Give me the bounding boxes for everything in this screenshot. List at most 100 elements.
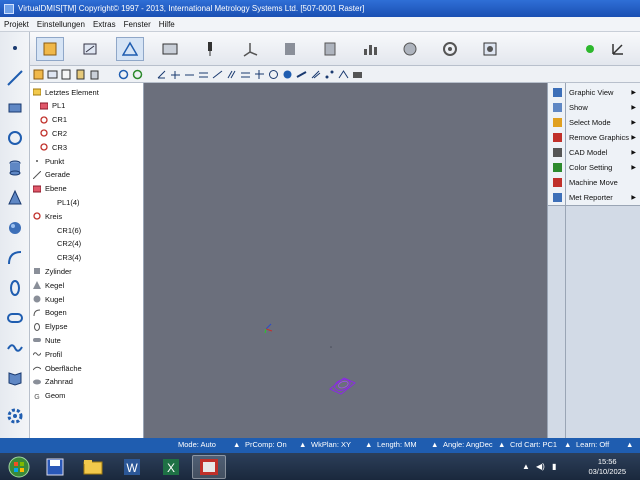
context-menu-item[interactable]: Met Reporter ▶ xyxy=(548,190,640,205)
slope-icon[interactable] xyxy=(212,69,223,80)
network-icon[interactable]: ▮ xyxy=(552,462,556,471)
status-angle[interactable]: Angle: AngDec xyxy=(443,440,493,449)
tree-item[interactable]: Letztes Element xyxy=(33,86,99,98)
tree-item[interactable]: PL1 xyxy=(40,100,65,112)
axis-icon[interactable] xyxy=(604,37,632,61)
context-menu-item[interactable]: Machine Move xyxy=(548,175,640,190)
tree-item[interactable]: Punkt xyxy=(33,155,64,167)
sphere-feature-icon[interactable] xyxy=(5,218,25,238)
tree-item[interactable]: G Geom xyxy=(33,390,65,402)
scanner-button[interactable] xyxy=(276,37,304,61)
paste-icon[interactable] xyxy=(75,69,86,80)
rotate-left-icon[interactable] xyxy=(118,69,129,80)
status-crd[interactable]: Crd Cart: PC1 xyxy=(510,440,557,449)
plane-feature-icon[interactable] xyxy=(5,98,25,118)
cone-feature-icon[interactable] xyxy=(5,188,25,208)
tray-arrow-icon[interactable]: ▲ xyxy=(522,462,530,471)
cylindricity-icon[interactable] xyxy=(296,69,307,80)
tree-item[interactable]: PL1(4) xyxy=(57,196,80,208)
tree-item[interactable]: Elypse xyxy=(33,321,68,333)
virtualdmis-icon[interactable] xyxy=(192,455,226,479)
roundness-icon[interactable] xyxy=(282,69,293,80)
save-icon[interactable] xyxy=(38,455,72,479)
export-button[interactable] xyxy=(396,37,424,61)
perpendicular-icon[interactable] xyxy=(170,69,181,80)
status-arrow-5[interactable]: ▲ xyxy=(498,440,505,449)
point-scan-icon[interactable] xyxy=(324,69,335,80)
status-length[interactable]: Length: MM xyxy=(377,440,417,449)
status-arrow-3[interactable]: ▲ xyxy=(365,440,372,449)
status-learn[interactable]: Learn: Off xyxy=(576,440,609,449)
line-feature-icon[interactable] xyxy=(5,68,25,88)
status-arrow-6[interactable]: ▲ xyxy=(564,440,571,449)
tree-item[interactable]: Kreis xyxy=(33,210,62,222)
context-menu-item[interactable]: Graphic View ▶ xyxy=(548,85,640,100)
status-arrow-1[interactable]: ▲ xyxy=(233,440,240,449)
probe-button[interactable] xyxy=(196,37,224,61)
speaker-icon[interactable]: ◀) xyxy=(536,462,545,471)
cylinder-feature-icon[interactable] xyxy=(5,158,25,178)
folder-icon[interactable] xyxy=(76,455,110,479)
status-mode[interactable]: Mode: Auto xyxy=(178,440,216,449)
settings-button[interactable] xyxy=(436,37,464,61)
system-clock[interactable]: 15:56 03/10/2025 xyxy=(588,457,626,477)
start-orb-icon[interactable] xyxy=(2,455,36,479)
gear-icon[interactable] xyxy=(5,406,25,426)
book-feature-icon[interactable] xyxy=(5,368,25,388)
tree-item[interactable]: Zylinder xyxy=(33,265,72,277)
tree-item[interactable]: Oberfläche xyxy=(33,362,82,374)
statistics-button[interactable] xyxy=(356,37,384,61)
status-prcomp[interactable]: PrComp: On xyxy=(245,440,287,449)
word-icon[interactable]: W xyxy=(115,455,149,479)
tree-item[interactable]: Profil xyxy=(33,348,62,360)
machine-button[interactable] xyxy=(156,37,184,61)
tree-item[interactable]: Ebene xyxy=(33,183,67,195)
slot-feature-icon[interactable] xyxy=(5,308,25,328)
ellipse-feature-icon[interactable] xyxy=(5,278,25,298)
angle-icon[interactable] xyxy=(156,69,167,80)
runout-icon[interactable] xyxy=(310,69,321,80)
measure-button[interactable] xyxy=(76,37,104,61)
profile-tol-icon[interactable] xyxy=(338,69,349,80)
report-button[interactable] xyxy=(316,37,344,61)
tree-item[interactable]: Kegel xyxy=(33,279,64,291)
flatness-icon[interactable] xyxy=(240,69,251,80)
status-arrow-4[interactable]: ▲ xyxy=(431,440,438,449)
status-arrow-7[interactable]: ▲ xyxy=(626,440,633,449)
excel-icon[interactable]: X xyxy=(154,455,188,479)
menu-hilfe[interactable]: Hilfe xyxy=(155,20,179,29)
symmetry-icon[interactable] xyxy=(254,69,265,80)
tree-item[interactable]: Bogen xyxy=(33,307,67,319)
tree-item[interactable]: Nute xyxy=(33,334,61,346)
menu-projekt[interactable]: Projekt xyxy=(0,20,33,29)
parallel-icon[interactable] xyxy=(198,69,209,80)
status-wkplan[interactable]: WkPlan: XY xyxy=(311,440,351,449)
project-button[interactable] xyxy=(36,37,64,61)
profile-feature-icon[interactable] xyxy=(5,338,25,358)
camera-small-icon[interactable] xyxy=(352,69,363,80)
dot-icon[interactable] xyxy=(5,38,25,58)
tree-item[interactable]: CR3(4) xyxy=(57,252,81,264)
delete-icon[interactable] xyxy=(89,69,100,80)
circle-feature-icon[interactable] xyxy=(5,128,25,148)
camera-button[interactable] xyxy=(476,37,504,61)
position-icon[interactable] xyxy=(268,69,279,80)
status-arrow-2[interactable]: ▲ xyxy=(299,440,306,449)
arc-feature-icon[interactable] xyxy=(5,248,25,268)
list-view-icon[interactable] xyxy=(47,69,58,80)
coordinate-button[interactable] xyxy=(236,37,264,61)
context-menu-item[interactable]: Color Setting ▶ xyxy=(548,160,640,175)
tree-item[interactable]: CR1(6) xyxy=(57,224,81,236)
tree-item[interactable]: CR1 xyxy=(40,114,67,126)
menu-einstellungen[interactable]: Einstellungen xyxy=(33,20,89,29)
copy-icon[interactable] xyxy=(61,69,72,80)
parallelism-icon[interactable] xyxy=(226,69,237,80)
workplane-button[interactable] xyxy=(116,37,144,61)
tree-item[interactable]: Gerade xyxy=(33,169,70,181)
context-menu-item[interactable]: Select Mode ▶ xyxy=(548,115,640,130)
tree-item[interactable]: CR2(4) xyxy=(57,238,81,250)
tree-item[interactable]: Zahnrad xyxy=(33,376,73,388)
tree-item[interactable]: Kugel xyxy=(33,293,64,305)
tree-item[interactable]: CR2 xyxy=(40,127,67,139)
context-menu-item[interactable]: CAD Model ▶ xyxy=(548,145,640,160)
